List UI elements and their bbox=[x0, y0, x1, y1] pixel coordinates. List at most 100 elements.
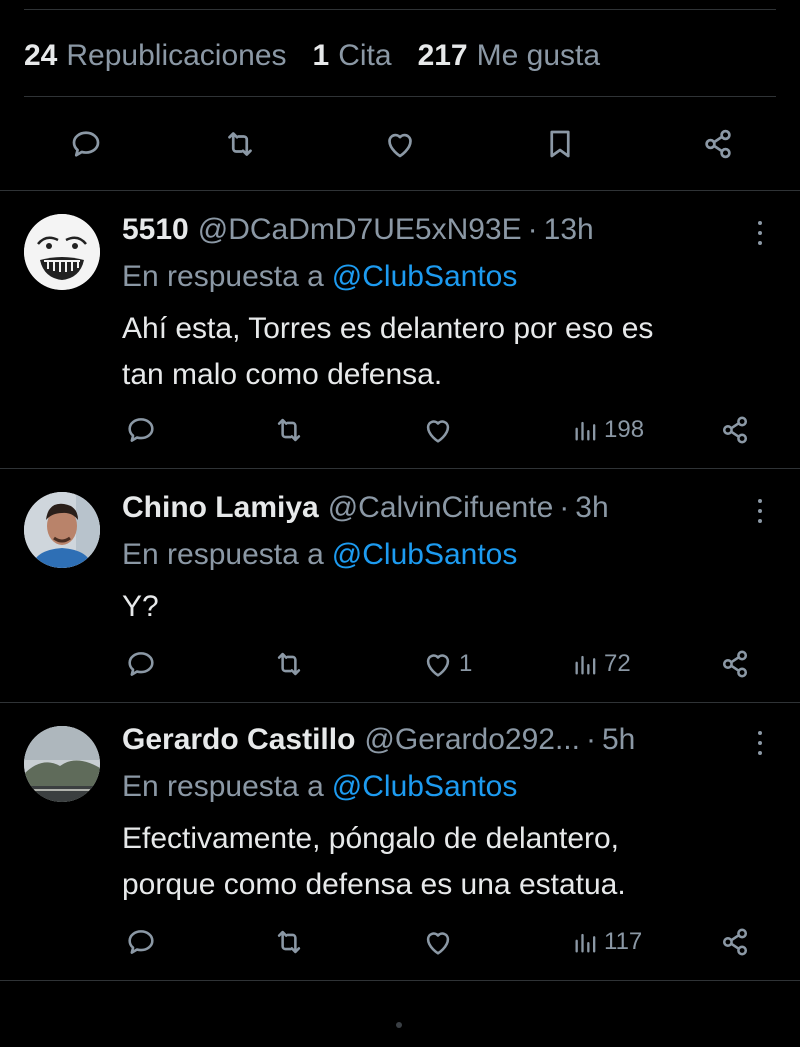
avatar[interactable] bbox=[24, 726, 100, 802]
divider bbox=[0, 702, 800, 703]
reply-header: Chino Lamiya @CalvinCifuente · 3h bbox=[122, 490, 740, 526]
profile-photo-avatar-image bbox=[24, 492, 100, 568]
avatar[interactable] bbox=[24, 214, 100, 290]
mention-link[interactable]: @ClubSantos bbox=[332, 538, 518, 571]
timestamp[interactable]: 3h bbox=[575, 491, 608, 525]
share-icon bbox=[722, 416, 748, 444]
reposts-stat[interactable]: 24 Republicaciones bbox=[24, 39, 287, 73]
mention-link[interactable]: @ClubSantos bbox=[332, 770, 518, 803]
reply-button[interactable] bbox=[124, 644, 158, 684]
repost-button[interactable] bbox=[272, 922, 306, 962]
likes-stat[interactable]: 217 Me gusta bbox=[418, 39, 600, 73]
share-icon bbox=[705, 129, 731, 159]
reply-button[interactable] bbox=[66, 124, 106, 164]
share-icon bbox=[722, 650, 748, 678]
like-button[interactable]: 1 bbox=[421, 644, 472, 684]
stats-divider bbox=[24, 96, 776, 97]
reply-prefix: En respuesta a bbox=[122, 538, 324, 571]
reply-button[interactable] bbox=[124, 410, 158, 450]
share-button[interactable] bbox=[718, 410, 752, 450]
reply-tweet[interactable]: Chino Lamiya @CalvinCifuente · 3h En res… bbox=[0, 476, 800, 702]
text-line: Y? bbox=[122, 590, 159, 623]
reply-actions: 198 bbox=[0, 410, 800, 450]
repost-icon bbox=[277, 930, 301, 954]
top-divider bbox=[24, 9, 776, 10]
like-count: 1 bbox=[459, 650, 473, 677]
reply-button[interactable] bbox=[124, 922, 158, 962]
author-name[interactable]: Gerardo Castillo bbox=[122, 723, 355, 757]
repost-icon bbox=[277, 418, 301, 442]
separator-dot: · bbox=[559, 491, 570, 524]
tweet-action-bar bbox=[0, 116, 800, 172]
reply-actions: 117 bbox=[0, 922, 800, 962]
views-icon bbox=[575, 655, 596, 675]
author-handle[interactable]: @DCaDmD7UE5xN93E bbox=[198, 213, 522, 247]
share-button[interactable] bbox=[718, 922, 752, 962]
reply-prefix: En respuesta a bbox=[122, 770, 324, 803]
views-button[interactable]: 198 bbox=[572, 410, 644, 450]
reply-icon bbox=[128, 652, 154, 676]
like-icon bbox=[388, 133, 412, 158]
like-icon bbox=[426, 654, 450, 677]
text-line: porque como defensa es una estatua. bbox=[122, 868, 626, 901]
repost-icon bbox=[277, 652, 301, 676]
tweet-stats: 24 Republicaciones 1 Cita 217 Me gusta bbox=[24, 36, 600, 76]
more-options-button[interactable] bbox=[748, 728, 772, 758]
share-button[interactable] bbox=[698, 124, 738, 164]
like-icon bbox=[426, 932, 450, 955]
reply-text: Ahí esta, Torres es delantero por eso es… bbox=[122, 306, 760, 398]
more-options-button[interactable] bbox=[748, 218, 772, 248]
like-button[interactable] bbox=[421, 410, 459, 450]
timestamp[interactable]: 13h bbox=[544, 213, 594, 247]
views-icon bbox=[575, 933, 596, 953]
share-icon bbox=[722, 928, 748, 956]
quotes-count: 1 bbox=[312, 39, 330, 72]
quotes-stat[interactable]: 1 Cita bbox=[313, 39, 392, 73]
reply-text: Y? bbox=[122, 584, 760, 630]
reposts-label: Republicaciones bbox=[66, 39, 287, 72]
views-button[interactable]: 117 bbox=[572, 922, 642, 962]
reply-context: En respuesta a @ClubSantos bbox=[122, 538, 517, 572]
likes-label: Me gusta bbox=[476, 39, 601, 72]
author-name[interactable]: 5510 bbox=[122, 213, 189, 247]
more-options-button[interactable] bbox=[748, 496, 772, 526]
like-button[interactable] bbox=[421, 922, 459, 962]
author-handle[interactable]: @Gerardo292... bbox=[364, 723, 580, 757]
repost-icon bbox=[228, 132, 252, 156]
like-icon bbox=[426, 420, 450, 443]
reply-header: 5510 @DCaDmD7UE5xN93E · 13h bbox=[122, 212, 740, 248]
reply-context: En respuesta a @ClubSantos bbox=[122, 770, 517, 804]
repost-button[interactable] bbox=[272, 410, 306, 450]
avatar[interactable] bbox=[24, 492, 100, 568]
views-icon bbox=[575, 421, 596, 441]
view-count: 198 bbox=[604, 416, 645, 443]
loading-indicator-dot bbox=[396, 1022, 402, 1028]
text-line: Ahí esta, Torres es delantero por eso es bbox=[122, 312, 654, 345]
share-button[interactable] bbox=[718, 644, 752, 684]
reply-tweet[interactable]: 5510 @DCaDmD7UE5xN93E · 13h En respuesta… bbox=[0, 198, 800, 468]
quotes-label: Cita bbox=[338, 39, 392, 72]
reply-context: En respuesta a @ClubSantos bbox=[122, 260, 517, 294]
separator-dot: · bbox=[527, 213, 538, 246]
reply-prefix: En respuesta a bbox=[122, 260, 324, 293]
reply-icon bbox=[128, 418, 154, 442]
author-handle[interactable]: @CalvinCifuente bbox=[328, 491, 554, 525]
separator-dot: · bbox=[585, 723, 596, 756]
like-button[interactable] bbox=[380, 124, 420, 164]
text-line: Efectivamente, póngalo de delantero, bbox=[122, 822, 620, 855]
reply-text: Efectivamente, póngalo de delantero, por… bbox=[122, 816, 760, 908]
reply-icon bbox=[128, 930, 154, 954]
likes-count: 217 bbox=[417, 39, 468, 72]
repost-button[interactable] bbox=[272, 644, 306, 684]
reply-header: Gerardo Castillo @Gerardo292... · 5h bbox=[122, 722, 740, 758]
timestamp[interactable]: 5h bbox=[602, 723, 635, 757]
author-name[interactable]: Chino Lamiya bbox=[122, 491, 319, 525]
divider bbox=[0, 468, 800, 469]
mention-link[interactable]: @ClubSantos bbox=[332, 260, 518, 293]
reposts-count: 24 bbox=[24, 39, 58, 72]
reply-tweet[interactable]: Gerardo Castillo @Gerardo292... · 5h En … bbox=[0, 708, 800, 980]
repost-button[interactable] bbox=[220, 124, 260, 164]
reply-icon bbox=[72, 131, 100, 157]
views-button[interactable]: 72 bbox=[572, 644, 631, 684]
bookmark-button[interactable] bbox=[540, 124, 580, 164]
